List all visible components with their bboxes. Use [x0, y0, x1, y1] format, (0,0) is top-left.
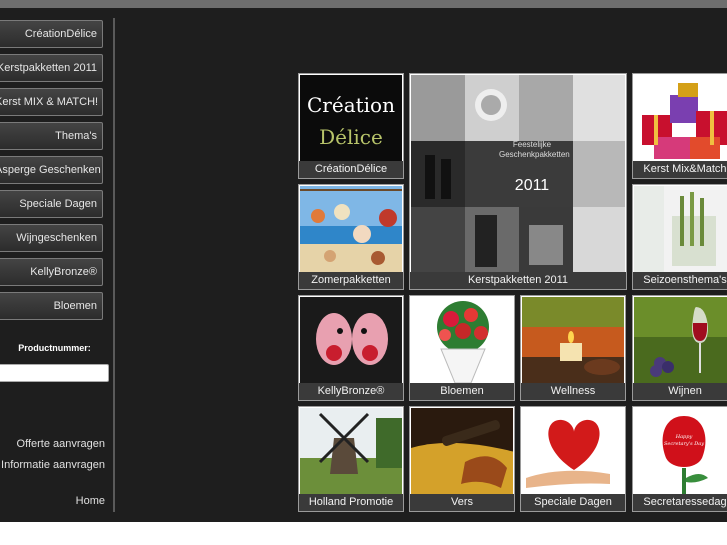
bottom-strip: [0, 522, 727, 545]
tile-caption: Wellness: [521, 383, 625, 400]
asparagus-image: [634, 186, 727, 272]
turkeys-image: [300, 297, 402, 383]
tile-zomerpakketten[interactable]: Zomerpakketten: [298, 184, 404, 290]
tile-caption: Kerstpakketten 2011: [410, 272, 626, 289]
kerstpakketten-collage: Feestelijke Geschenkpakketten 2011: [411, 75, 625, 272]
wine-glass-image: [634, 297, 727, 383]
rose-card-text: Happy Secretary's Day: [663, 434, 705, 447]
flower-bouquet-image: [411, 297, 513, 383]
tile-caption: Kerst Mix&Match: [633, 161, 727, 178]
tile-wellness[interactable]: Wellness: [520, 295, 626, 401]
logo-text-delice: Délice: [319, 125, 383, 149]
link-offerte-aanvragen[interactable]: Offerte aanvragen: [17, 438, 105, 450]
tile-caption: Speciale Dagen: [521, 494, 625, 511]
product-number-label: Productnummer:: [18, 343, 91, 353]
nav-kerstpakketten-2011[interactable]: Kerstpakketten 2011: [0, 54, 103, 82]
tile-wijnen[interactable]: Wijnen: [632, 295, 727, 401]
nav-asperge-geschenken[interactable]: Asperge Geschenken: [0, 156, 103, 184]
gift-boxes-image: [634, 75, 727, 161]
tile-vers[interactable]: Vers: [409, 406, 515, 512]
nav-kellybronze[interactable]: KellyBronze®: [0, 258, 103, 286]
link-home[interactable]: Home: [76, 495, 105, 507]
tile-seizoensthemas[interactable]: Seizoensthema's: [632, 184, 727, 290]
sidebar-divider: [113, 18, 115, 512]
tile-caption: Secretaressedag: [633, 494, 727, 511]
nav-kerst-mix-match[interactable]: Kerst MIX & MATCH!: [0, 88, 103, 116]
tile-caption: Bloemen: [410, 383, 514, 400]
collage-year: 2011: [514, 177, 550, 194]
nav-speciale-dagen[interactable]: Speciale Dagen: [0, 190, 103, 218]
tile-caption: CréationDélice: [299, 161, 403, 178]
collage-title: Feestelijke Geschenkpakketten: [499, 140, 570, 159]
tile-caption: Vers: [410, 494, 514, 511]
link-informatie-aanvragen[interactable]: Informatie aanvragen: [1, 459, 105, 471]
top-bar: [0, 0, 727, 8]
tile-holland-promotie[interactable]: Holland Promotie: [298, 406, 404, 512]
tile-kellybronze[interactable]: KellyBronze®: [298, 295, 404, 401]
logo-text-creation: Création: [307, 93, 395, 117]
nav-bloemen[interactable]: Bloemen: [0, 292, 103, 320]
heart-hand-image: [522, 408, 624, 494]
creationdelice-logo: Création Délice: [300, 75, 402, 161]
fresh-food-image: [411, 408, 513, 494]
windmill-image: [300, 408, 402, 494]
wellness-candle-image: [522, 297, 624, 383]
tile-caption: KellyBronze®: [299, 383, 403, 400]
tile-kerstpakketten-2011[interactable]: Feestelijke Geschenkpakketten 2011 Kerst…: [409, 73, 627, 290]
nav-themas[interactable]: Thema's: [0, 122, 103, 150]
tile-caption: Wijnen: [633, 383, 727, 400]
tile-speciale-dagen[interactable]: Speciale Dagen: [520, 406, 626, 512]
nav-creationdelice[interactable]: CréationDélice: [0, 20, 103, 48]
tile-creationdelice[interactable]: Création Délice CréationDélice: [298, 73, 404, 179]
product-number-input[interactable]: [0, 364, 109, 382]
tile-bloemen[interactable]: Bloemen: [409, 295, 515, 401]
rose-card-image: Happy Secretary's Day: [634, 408, 727, 494]
nav-wijngeschenken[interactable]: Wijngeschenken: [0, 224, 103, 252]
beach-shells-image: [300, 186, 402, 272]
tile-caption: Seizoensthema's: [633, 272, 727, 289]
tile-secretaressedag[interactable]: Happy Secretary's Day Secretaressedag: [632, 406, 727, 512]
tile-kerst-mix-match[interactable]: Kerst Mix&Match: [632, 73, 727, 179]
collage-image: [411, 75, 625, 272]
tile-caption: Zomerpakketten: [299, 272, 403, 289]
tile-caption: Holland Promotie: [299, 494, 403, 511]
